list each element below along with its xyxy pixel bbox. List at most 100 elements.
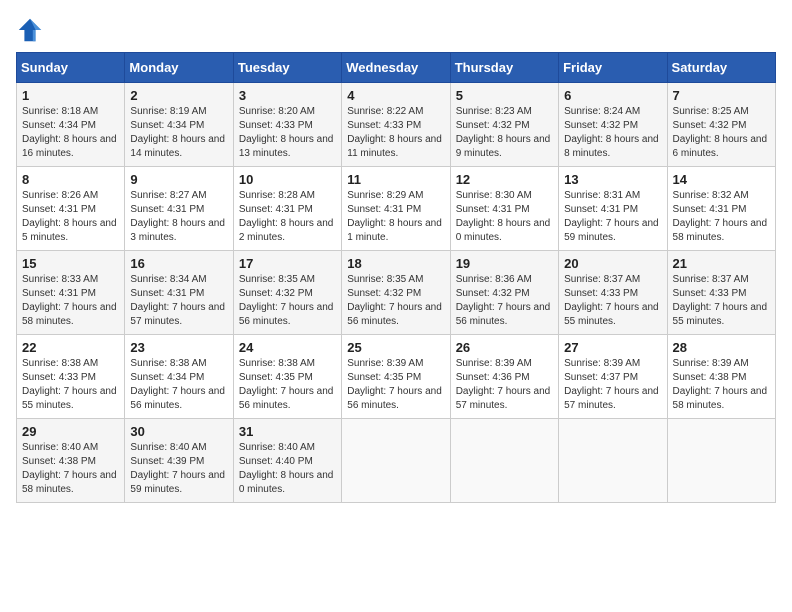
cell-info: Sunrise: 8:38 AMSunset: 4:34 PMDaylight:…: [130, 357, 227, 413]
weekday-header-tuesday: Tuesday: [233, 53, 341, 83]
day-number: 29: [22, 424, 119, 439]
day-number: 28: [673, 340, 770, 355]
day-number: 25: [347, 340, 444, 355]
cell-info: Sunrise: 8:39 AMSunset: 4:35 PMDaylight:…: [347, 357, 444, 413]
logo: [16, 16, 48, 44]
cell-info: Sunrise: 8:23 AMSunset: 4:32 PMDaylight:…: [456, 105, 553, 161]
cell-info: Sunrise: 8:40 AMSunset: 4:39 PMDaylight:…: [130, 441, 227, 497]
day-cell: 6 Sunrise: 8:24 AMSunset: 4:32 PMDayligh…: [559, 83, 667, 167]
cell-info: Sunrise: 8:30 AMSunset: 4:31 PMDaylight:…: [456, 189, 553, 245]
cell-info: Sunrise: 8:35 AMSunset: 4:32 PMDaylight:…: [239, 273, 336, 329]
day-cell: 18 Sunrise: 8:35 AMSunset: 4:32 PMDaylig…: [342, 251, 450, 335]
weekday-header-friday: Friday: [559, 53, 667, 83]
day-number: 9: [130, 172, 227, 187]
day-cell: 12 Sunrise: 8:30 AMSunset: 4:31 PMDaylig…: [450, 167, 558, 251]
day-cell: 24 Sunrise: 8:38 AMSunset: 4:35 PMDaylig…: [233, 335, 341, 419]
day-number: 19: [456, 256, 553, 271]
cell-info: Sunrise: 8:20 AMSunset: 4:33 PMDaylight:…: [239, 105, 336, 161]
weekday-header-monday: Monday: [125, 53, 233, 83]
day-number: 18: [347, 256, 444, 271]
day-number: 11: [347, 172, 444, 187]
day-cell: 17 Sunrise: 8:35 AMSunset: 4:32 PMDaylig…: [233, 251, 341, 335]
cell-info: Sunrise: 8:38 AMSunset: 4:35 PMDaylight:…: [239, 357, 336, 413]
day-cell: 11 Sunrise: 8:29 AMSunset: 4:31 PMDaylig…: [342, 167, 450, 251]
cell-info: Sunrise: 8:18 AMSunset: 4:34 PMDaylight:…: [22, 105, 119, 161]
day-cell: 19 Sunrise: 8:36 AMSunset: 4:32 PMDaylig…: [450, 251, 558, 335]
day-number: 5: [456, 88, 553, 103]
day-number: 10: [239, 172, 336, 187]
day-cell: 9 Sunrise: 8:27 AMSunset: 4:31 PMDayligh…: [125, 167, 233, 251]
header: [16, 16, 776, 44]
day-cell: 7 Sunrise: 8:25 AMSunset: 4:32 PMDayligh…: [667, 83, 775, 167]
day-cell: 27 Sunrise: 8:39 AMSunset: 4:37 PMDaylig…: [559, 335, 667, 419]
day-cell: 26 Sunrise: 8:39 AMSunset: 4:36 PMDaylig…: [450, 335, 558, 419]
day-number: 21: [673, 256, 770, 271]
week-row-1: 1 Sunrise: 8:18 AMSunset: 4:34 PMDayligh…: [17, 83, 776, 167]
day-number: 3: [239, 88, 336, 103]
day-number: 6: [564, 88, 661, 103]
day-cell: 4 Sunrise: 8:22 AMSunset: 4:33 PMDayligh…: [342, 83, 450, 167]
day-cell: 23 Sunrise: 8:38 AMSunset: 4:34 PMDaylig…: [125, 335, 233, 419]
day-number: 17: [239, 256, 336, 271]
day-number: 12: [456, 172, 553, 187]
day-number: 22: [22, 340, 119, 355]
cell-info: Sunrise: 8:36 AMSunset: 4:32 PMDaylight:…: [456, 273, 553, 329]
day-cell: 2 Sunrise: 8:19 AMSunset: 4:34 PMDayligh…: [125, 83, 233, 167]
weekday-header-saturday: Saturday: [667, 53, 775, 83]
weekday-header-thursday: Thursday: [450, 53, 558, 83]
cell-info: Sunrise: 8:31 AMSunset: 4:31 PMDaylight:…: [564, 189, 661, 245]
cell-info: Sunrise: 8:40 AMSunset: 4:40 PMDaylight:…: [239, 441, 336, 497]
day-cell: [342, 419, 450, 503]
cell-info: Sunrise: 8:40 AMSunset: 4:38 PMDaylight:…: [22, 441, 119, 497]
day-number: 4: [347, 88, 444, 103]
cell-info: Sunrise: 8:22 AMSunset: 4:33 PMDaylight:…: [347, 105, 444, 161]
cell-info: Sunrise: 8:29 AMSunset: 4:31 PMDaylight:…: [347, 189, 444, 245]
day-cell: 20 Sunrise: 8:37 AMSunset: 4:33 PMDaylig…: [559, 251, 667, 335]
cell-info: Sunrise: 8:28 AMSunset: 4:31 PMDaylight:…: [239, 189, 336, 245]
day-number: 13: [564, 172, 661, 187]
day-cell: 29 Sunrise: 8:40 AMSunset: 4:38 PMDaylig…: [17, 419, 125, 503]
day-cell: 8 Sunrise: 8:26 AMSunset: 4:31 PMDayligh…: [17, 167, 125, 251]
day-number: 14: [673, 172, 770, 187]
cell-info: Sunrise: 8:33 AMSunset: 4:31 PMDaylight:…: [22, 273, 119, 329]
day-cell: 10 Sunrise: 8:28 AMSunset: 4:31 PMDaylig…: [233, 167, 341, 251]
calendar-table: SundayMondayTuesdayWednesdayThursdayFrid…: [16, 52, 776, 503]
cell-info: Sunrise: 8:37 AMSunset: 4:33 PMDaylight:…: [564, 273, 661, 329]
cell-info: Sunrise: 8:32 AMSunset: 4:31 PMDaylight:…: [673, 189, 770, 245]
day-cell: 28 Sunrise: 8:39 AMSunset: 4:38 PMDaylig…: [667, 335, 775, 419]
day-cell: [559, 419, 667, 503]
day-number: 15: [22, 256, 119, 271]
week-row-4: 22 Sunrise: 8:38 AMSunset: 4:33 PMDaylig…: [17, 335, 776, 419]
day-number: 23: [130, 340, 227, 355]
week-row-2: 8 Sunrise: 8:26 AMSunset: 4:31 PMDayligh…: [17, 167, 776, 251]
day-cell: 1 Sunrise: 8:18 AMSunset: 4:34 PMDayligh…: [17, 83, 125, 167]
day-cell: 31 Sunrise: 8:40 AMSunset: 4:40 PMDaylig…: [233, 419, 341, 503]
day-cell: 22 Sunrise: 8:38 AMSunset: 4:33 PMDaylig…: [17, 335, 125, 419]
day-cell: 16 Sunrise: 8:34 AMSunset: 4:31 PMDaylig…: [125, 251, 233, 335]
cell-info: Sunrise: 8:27 AMSunset: 4:31 PMDaylight:…: [130, 189, 227, 245]
day-cell: 21 Sunrise: 8:37 AMSunset: 4:33 PMDaylig…: [667, 251, 775, 335]
cell-info: Sunrise: 8:37 AMSunset: 4:33 PMDaylight:…: [673, 273, 770, 329]
day-cell: [450, 419, 558, 503]
cell-info: Sunrise: 8:38 AMSunset: 4:33 PMDaylight:…: [22, 357, 119, 413]
cell-info: Sunrise: 8:34 AMSunset: 4:31 PMDaylight:…: [130, 273, 227, 329]
day-cell: 14 Sunrise: 8:32 AMSunset: 4:31 PMDaylig…: [667, 167, 775, 251]
weekday-header-sunday: Sunday: [17, 53, 125, 83]
weekday-header-row: SundayMondayTuesdayWednesdayThursdayFrid…: [17, 53, 776, 83]
cell-info: Sunrise: 8:39 AMSunset: 4:36 PMDaylight:…: [456, 357, 553, 413]
day-number: 7: [673, 88, 770, 103]
day-number: 24: [239, 340, 336, 355]
day-number: 20: [564, 256, 661, 271]
cell-info: Sunrise: 8:24 AMSunset: 4:32 PMDaylight:…: [564, 105, 661, 161]
day-cell: 13 Sunrise: 8:31 AMSunset: 4:31 PMDaylig…: [559, 167, 667, 251]
day-number: 31: [239, 424, 336, 439]
week-row-3: 15 Sunrise: 8:33 AMSunset: 4:31 PMDaylig…: [17, 251, 776, 335]
day-number: 16: [130, 256, 227, 271]
cell-info: Sunrise: 8:26 AMSunset: 4:31 PMDaylight:…: [22, 189, 119, 245]
day-cell: 5 Sunrise: 8:23 AMSunset: 4:32 PMDayligh…: [450, 83, 558, 167]
day-cell: 15 Sunrise: 8:33 AMSunset: 4:31 PMDaylig…: [17, 251, 125, 335]
day-cell: 25 Sunrise: 8:39 AMSunset: 4:35 PMDaylig…: [342, 335, 450, 419]
logo-icon: [16, 16, 44, 44]
cell-info: Sunrise: 8:35 AMSunset: 4:32 PMDaylight:…: [347, 273, 444, 329]
day-number: 1: [22, 88, 119, 103]
